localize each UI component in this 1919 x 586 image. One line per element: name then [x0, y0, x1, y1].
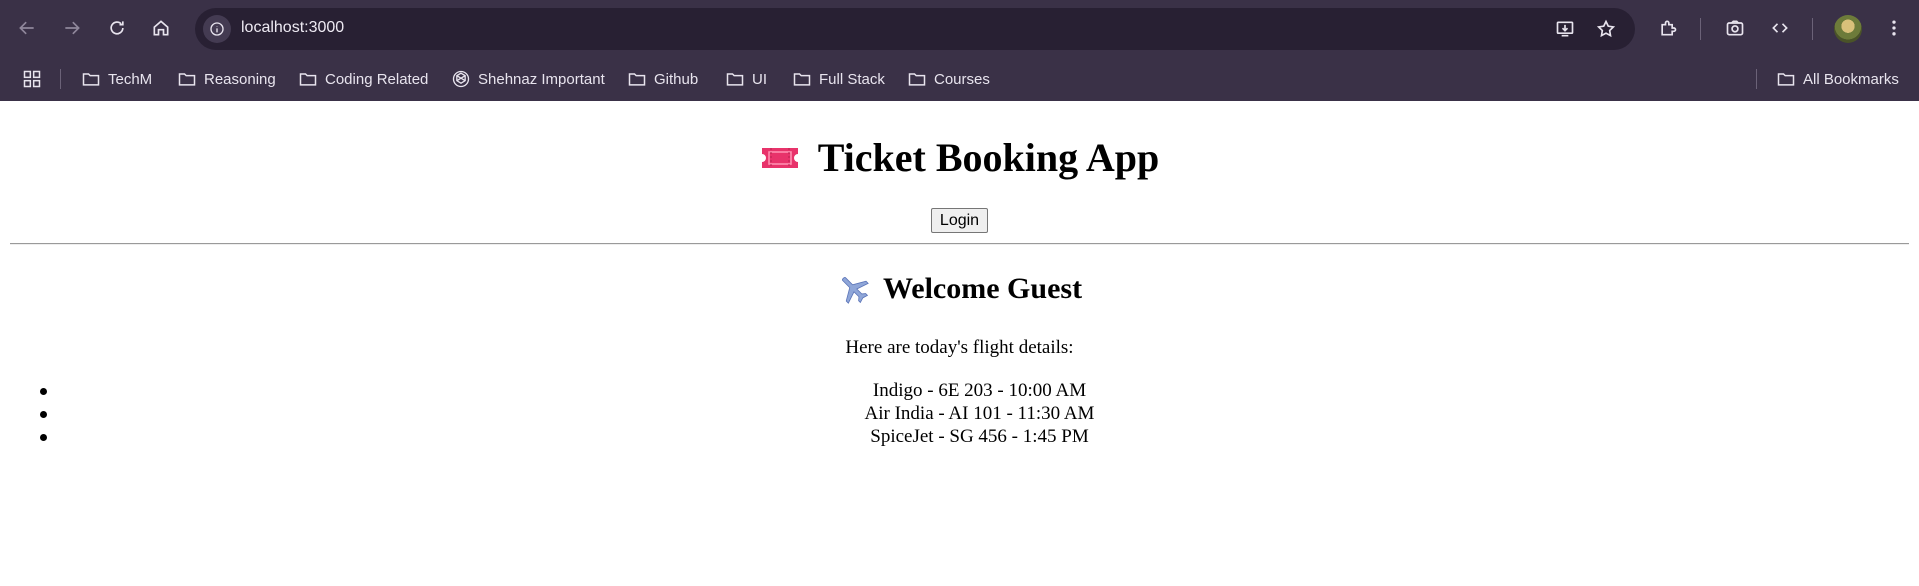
folder-icon	[726, 73, 744, 86]
bookmark-techm[interactable]: TechM	[81, 57, 152, 101]
flight-text: Indigo - 6E 203 - 10:00 AM	[872, 380, 1087, 401]
flight-text: SpiceJet - SG 456 - 1:45 PM	[870, 426, 1089, 447]
flight-details-intro: Here are today's flight details:	[845, 337, 1074, 358]
folder-icon	[793, 73, 811, 86]
bookmark-coding-related[interactable]: Coding Related	[298, 57, 428, 101]
folder-icon	[908, 73, 926, 86]
install-icon	[1556, 21, 1574, 37]
bookmark-label: Coding Related	[325, 70, 429, 88]
code-icon	[1772, 23, 1788, 33]
camera-icon	[1726, 20, 1744, 36]
bookmarks-bar: TechM Reasoning Coding Related Shehnaz I…	[0, 57, 1919, 101]
bookmark-label: Full Stack	[819, 70, 885, 88]
bookmark-courses[interactable]: Courses	[907, 57, 990, 101]
browser-toolbar: localhost:3000	[0, 0, 1919, 57]
bookmark-label: UI	[752, 70, 767, 88]
flight-text: Air India - AI 101 - 11:30 AM	[864, 403, 1095, 424]
ticket-icon	[761, 148, 798, 168]
menu-button[interactable]	[1876, 10, 1912, 46]
horizontal-divider	[10, 243, 1909, 245]
flight-list: Indigo - 6E 203 - 10:00 AM Air India - A…	[0, 379, 1919, 448]
folder-icon	[628, 73, 646, 86]
toolbar-divider	[1812, 18, 1813, 40]
info-icon	[210, 22, 224, 36]
apps-button[interactable]	[22, 57, 42, 101]
airplane-icon	[842, 277, 869, 304]
reload-icon	[110, 21, 124, 35]
bullet-marker	[40, 411, 47, 418]
bookmarks-divider	[1756, 69, 1757, 89]
bookmark-label: Shehnaz Important	[478, 70, 605, 88]
folder-icon	[178, 73, 196, 86]
profile-avatar[interactable]	[1834, 15, 1862, 43]
bookmark-github[interactable]: Github	[627, 57, 698, 101]
bookmark-ui[interactable]: UI	[725, 57, 767, 101]
all-bookmarks-label: All Bookmarks	[1803, 70, 1899, 88]
welcome-text: Welcome Guest	[882, 272, 1083, 305]
openai-icon	[452, 70, 470, 88]
bookmark-star-button[interactable]	[1589, 12, 1623, 46]
bookmarks-divider	[60, 69, 61, 89]
bookmark-reasoning[interactable]: Reasoning	[177, 57, 276, 101]
login-button[interactable]: Login	[930, 208, 989, 233]
puzzle-icon	[1661, 20, 1677, 36]
bookmark-label: TechM	[108, 70, 153, 88]
kebab-menu-icon	[1892, 20, 1896, 36]
list-item: Indigo - 6E 203 - 10:00 AM	[0, 379, 1919, 402]
forward-button[interactable]	[54, 10, 90, 46]
url-text[interactable]: localhost:3000	[241, 19, 344, 37]
reload-button[interactable]	[99, 10, 135, 46]
all-bookmarks-button[interactable]: All Bookmarks	[1776, 57, 1899, 101]
bullet-marker	[40, 434, 47, 441]
apps-grid-icon	[23, 70, 41, 88]
install-app-button[interactable]	[1548, 12, 1582, 46]
address-bar[interactable]: localhost:3000	[195, 8, 1635, 50]
extensions-button[interactable]	[1650, 10, 1686, 46]
folder-icon	[1777, 73, 1795, 86]
page-content: Ticket Booking App Login Welcome Guest H…	[0, 101, 1919, 586]
toolbar-divider	[1700, 18, 1701, 40]
home-icon	[153, 20, 169, 36]
bookmark-shehnaz-important[interactable]: Shehnaz Important	[451, 57, 605, 101]
bullet-marker	[40, 388, 47, 395]
devtools-button[interactable]	[1762, 10, 1798, 46]
folder-icon	[82, 73, 100, 86]
bookmark-label: Github	[654, 70, 699, 88]
star-icon	[1596, 19, 1616, 38]
app-title-text: Ticket Booking App	[817, 135, 1160, 180]
forward-arrow-icon	[65, 21, 80, 35]
bookmark-label: Reasoning	[204, 70, 276, 88]
app-title: Ticket Booking App	[0, 134, 1919, 182]
folder-icon	[299, 73, 317, 86]
list-item: SpiceJet - SG 456 - 1:45 PM	[0, 425, 1919, 448]
bookmark-label: Courses	[934, 70, 990, 88]
login-container: Login	[0, 208, 1919, 233]
home-button[interactable]	[143, 10, 179, 46]
back-arrow-icon	[19, 21, 34, 35]
welcome-heading: Welcome Guest	[0, 271, 1919, 307]
list-item: Air India - AI 101 - 11:30 AM	[0, 402, 1919, 425]
screenshot-button[interactable]	[1717, 10, 1753, 46]
back-button[interactable]	[9, 10, 45, 46]
site-info-button[interactable]	[203, 15, 231, 43]
bookmark-full-stack[interactable]: Full Stack	[792, 57, 885, 101]
